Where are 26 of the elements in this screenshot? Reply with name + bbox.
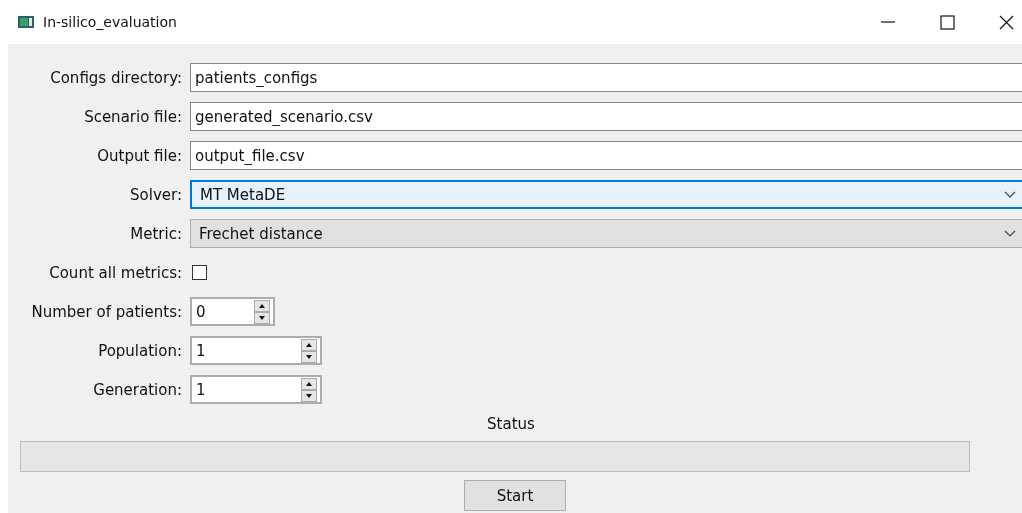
status-label: Status xyxy=(487,415,535,433)
field-label: Output file: xyxy=(96,146,182,165)
field-label: Solver: xyxy=(129,185,182,204)
dropdown[interactable]: Frechet distance xyxy=(190,219,1022,248)
start-button[interactable]: Start xyxy=(464,480,566,511)
spin-box[interactable]: 1 xyxy=(190,375,322,404)
text-field[interactable]: patients_configs xyxy=(190,63,1022,92)
dropdown[interactable]: MT MetaDE xyxy=(190,180,1022,209)
field-label: Metric: xyxy=(129,224,182,243)
app-icon xyxy=(18,16,34,28)
chevron-down-icon xyxy=(1004,191,1016,198)
field-label: Population: xyxy=(97,341,182,360)
text-field[interactable]: output_file.csv xyxy=(190,141,1022,170)
spin-box[interactable]: 1 xyxy=(190,336,322,365)
field-label: Scenario file: xyxy=(83,107,182,126)
maximize-icon[interactable] xyxy=(940,14,955,30)
checkbox[interactable] xyxy=(192,265,207,280)
field-label: Count all metrics: xyxy=(48,263,182,282)
field-label: Generation: xyxy=(92,380,182,399)
close-icon[interactable] xyxy=(999,14,1014,30)
field-label: Configs directory: xyxy=(49,68,182,87)
field-label: Number of patients: xyxy=(30,302,182,321)
text-field[interactable]: generated_scenario.csv xyxy=(190,102,1022,131)
chevron-down-icon xyxy=(1004,230,1016,237)
spin-box[interactable]: 0 xyxy=(190,297,275,326)
window-title: In-silico_evaluation xyxy=(43,14,177,30)
